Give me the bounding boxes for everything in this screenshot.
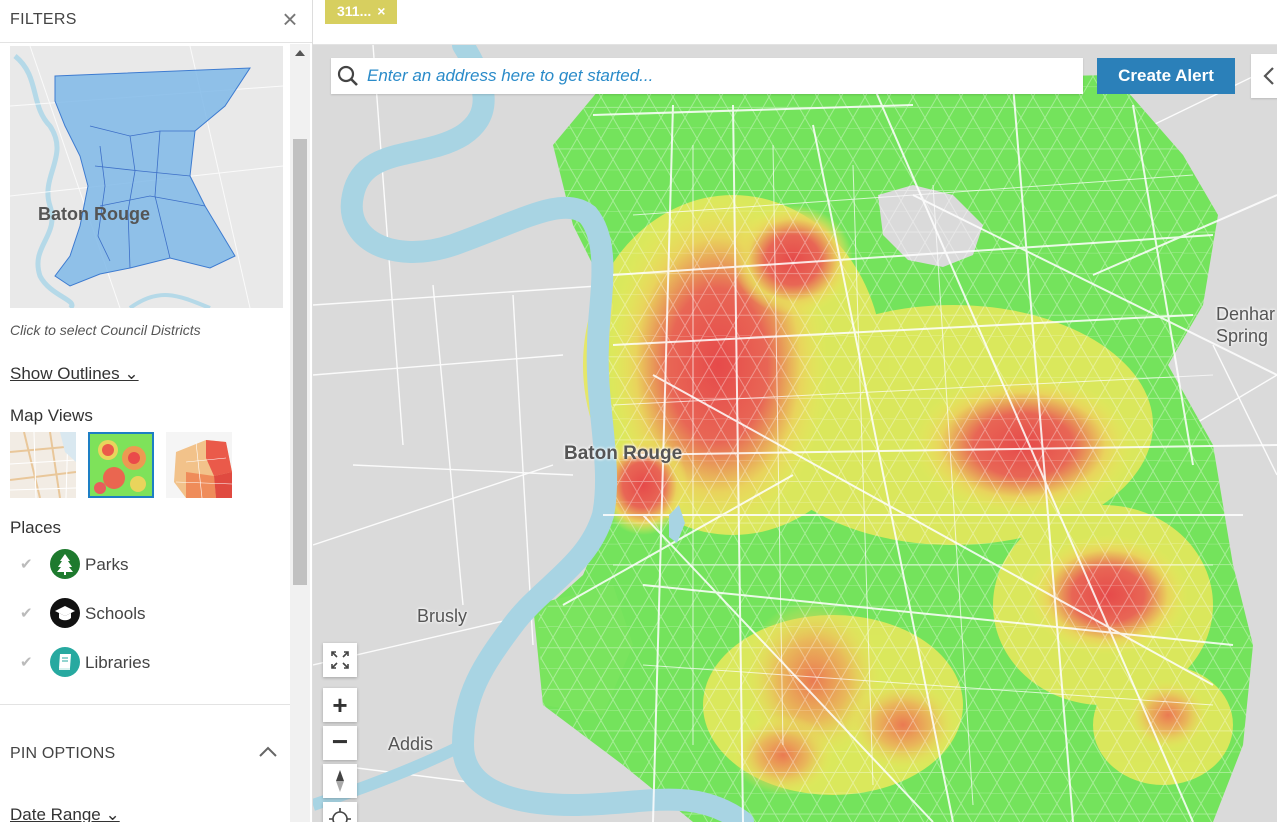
choropleth-view-thumbnail [166,432,232,498]
place-toggle-libraries[interactable]: ✔ Libraries [20,647,280,679]
section-divider [0,704,290,705]
filter-chip-311[interactable]: 311... × [325,0,398,24]
district-caption: Click to select Council Districts [10,322,201,338]
search-icon [337,65,359,87]
compass-button[interactable] [323,764,357,798]
scrollbar-thumb[interactable] [293,139,307,585]
fullscreen-button[interactable] [323,643,357,677]
check-icon: ✔ [20,556,33,573]
minus-icon: − [331,726,349,757]
filters-title: FILTERS [10,11,77,28]
map-view-heatmap[interactable] [88,432,154,498]
date-range-dropdown[interactable]: Date Range ⌄ [10,805,120,822]
compass-icon [336,770,344,792]
book-icon [50,647,80,677]
filters-sidebar: FILTERS × Baton Rouge Click to select Co… [0,0,313,822]
map-view-street[interactable] [10,432,76,498]
map-views-title: Map Views [10,406,93,425]
map-canvas[interactable]: Baton Rouge Brusly Addis DenharSpring Cr… [313,45,1277,822]
close-filters-button[interactable]: × [278,6,302,32]
map-label-baton-rouge: Baton Rouge [564,443,683,464]
locate-me-button[interactable] [323,802,357,822]
address-search-bar [331,58,1083,94]
tree-icon [50,549,80,579]
sidebar-scrollbar[interactable] [290,44,310,822]
place-label-libraries: Libraries [85,653,151,672]
check-icon: ✔ [20,605,33,622]
create-alert-button[interactable]: Create Alert [1097,58,1235,94]
filters-header: FILTERS × [0,0,312,43]
map-label-addis: Addis [388,734,434,754]
fullscreen-icon [331,651,349,669]
scroll-up-arrow-icon[interactable] [295,50,305,56]
map-label-denham-line1: Denhar [1216,304,1276,324]
zoom-in-button[interactable]: + [323,688,357,722]
places-title: Places [10,518,62,537]
council-district-map[interactable]: Baton Rouge [10,46,283,308]
place-label-parks: Parks [85,555,129,574]
place-toggle-schools[interactable]: ✔ Schools [20,598,280,630]
check-icon: ✔ [20,654,33,671]
pin-options-title: PIN OPTIONS [10,745,116,762]
graduation-cap-icon [50,598,80,628]
chevron-left-icon [1263,67,1274,85]
show-outlines-dropdown[interactable]: Show Outlines ⌄ [10,364,139,384]
map-basemap [313,45,1277,822]
map-label-denham-line2: Spring [1216,326,1269,346]
place-label-schools: Schools [85,604,146,623]
address-search-input[interactable] [367,58,1067,94]
place-toggle-parks[interactable]: ✔ Parks [20,549,280,581]
filter-chip-label: 311... [337,3,372,19]
district-map-graphic: Baton Rouge [10,46,283,308]
map-label-denham-springs: Denhar Spring [1216,303,1275,347]
chevron-up-icon[interactable] [256,740,280,764]
heatmap-view-thumbnail [90,434,152,496]
district-map-label: Baton Rouge [38,204,150,224]
map-view-choropleth[interactable] [166,432,232,498]
plus-icon: + [332,690,348,720]
locate-icon [329,808,351,822]
active-filters-bar: 311... × [313,0,1277,45]
zoom-out-button[interactable]: − [323,726,357,760]
street-view-thumbnail [10,432,76,498]
map-label-brusly: Brusly [417,606,468,626]
collapse-panel-button[interactable] [1251,54,1277,98]
filter-chip-close-icon[interactable]: × [377,3,385,19]
